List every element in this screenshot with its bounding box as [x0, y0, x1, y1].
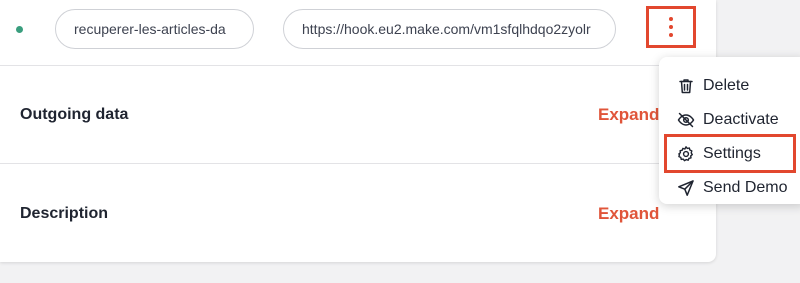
send-icon: [678, 180, 694, 196]
menu-item-settings[interactable]: Settings: [659, 138, 800, 170]
menu-item-label: Send Demo: [703, 179, 788, 196]
webhook-card: recuperer-les-articles-da https://hook.e…: [0, 0, 716, 262]
gear-icon: [678, 146, 693, 162]
webhook-url-field[interactable]: https://hook.eu2.make.com/vm1sfqlhdqo2zy…: [283, 9, 616, 49]
options-menu: Delete Deactivate Settings Send Demo: [659, 57, 800, 204]
menu-item-label: Delete: [703, 77, 750, 94]
outgoing-data-section: Outgoing data Expand: [0, 66, 716, 164]
menu-item-delete[interactable]: Delete: [659, 70, 800, 102]
webhook-name-field[interactable]: recuperer-les-articles-da: [55, 9, 254, 49]
menu-item-label: Settings: [703, 145, 761, 162]
webhook-header-row: recuperer-les-articles-da https://hook.e…: [0, 0, 716, 66]
expand-description-button[interactable]: Expand: [598, 204, 659, 224]
menu-item-send-demo[interactable]: Send Demo: [659, 172, 800, 204]
trash-icon: [679, 79, 693, 94]
section-title-outgoing-data: Outgoing data: [20, 106, 129, 123]
status-indicator: [16, 26, 23, 33]
section-title-description: Description: [20, 205, 109, 222]
expand-outgoing-data-button[interactable]: Expand: [598, 105, 659, 125]
kebab-dot-icon: [669, 25, 673, 29]
kebab-dot-icon: [669, 17, 673, 21]
kebab-dot-icon: [669, 33, 673, 37]
menu-item-deactivate[interactable]: Deactivate: [659, 104, 800, 136]
description-section: Description Expand: [0, 165, 716, 263]
eye-off-icon: [677, 112, 695, 128]
menu-item-label: Deactivate: [703, 111, 779, 128]
more-options-button[interactable]: [646, 6, 696, 48]
